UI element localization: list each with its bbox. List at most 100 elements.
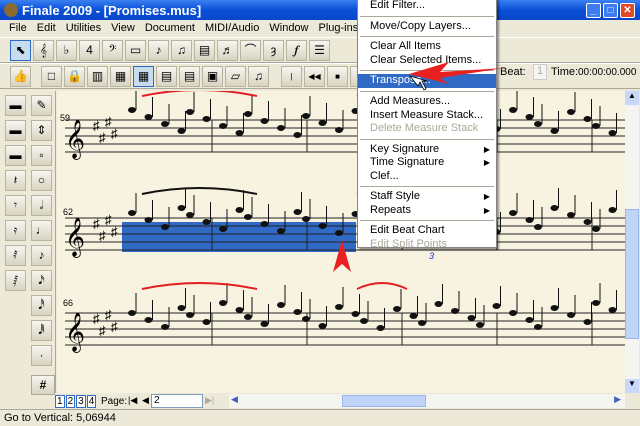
notehead <box>161 224 169 230</box>
menu-item-time-signature[interactable]: Time Signature ▶ <box>358 156 496 170</box>
time-signature-tool-button[interactable]: 4 <box>79 39 100 61</box>
note-duration-tool-10[interactable]: · <box>31 345 52 366</box>
horizontal-scroll-thumb[interactable] <box>342 395 426 407</box>
notehead <box>583 116 592 122</box>
next-page-button[interactable]: ▶| <box>205 395 214 406</box>
first-page-button[interactable]: |◀ <box>128 395 137 406</box>
note-duration-tool-7[interactable]: 𝅘𝅥𝅯 <box>31 270 52 291</box>
horizontal-scrollbar[interactable]: ◀ ▶ <box>229 394 625 408</box>
rest-tool-2[interactable]: ▬ <box>5 145 26 166</box>
layout-button[interactable]: ▥ <box>87 65 108 87</box>
minimize-button[interactable]: _ <box>586 3 601 18</box>
close-button[interactable]: ✕ <box>620 3 635 18</box>
notehead <box>177 305 186 311</box>
vertical-scroll-thumb[interactable] <box>625 209 639 339</box>
layer-4-button[interactable]: 4 <box>86 395 97 408</box>
menu-file[interactable]: File <box>4 20 32 37</box>
clef-tool-button[interactable]: 𝄢 <box>102 39 123 61</box>
scroll-down-button[interactable]: ▼ <box>625 379 639 393</box>
selection-grid-button[interactable]: ▦ <box>133 65 154 87</box>
speedy-entry-tool-button[interactable]: ♫ <box>171 39 192 61</box>
menu-plugins[interactable]: Plug-ins <box>314 20 364 37</box>
scroll-right-button[interactable]: ▶ <box>614 394 621 405</box>
note-duration-tool-2[interactable]: ▫ <box>31 145 52 166</box>
document-button[interactable]: ▣ <box>202 65 223 87</box>
tuplet-tool-button[interactable]: ♬ <box>217 39 238 61</box>
menu-midiaudio[interactable]: MIDI/Audio <box>200 20 264 37</box>
menu-item-key-signature[interactable]: Key Signature ▶ <box>358 143 496 157</box>
rest-tool-6[interactable]: 𝅀 <box>5 245 26 266</box>
rewind-button[interactable]: | <box>281 65 302 87</box>
menu-item-delete-measure-stack[interactable]: Delete Measure Stack <box>358 122 496 136</box>
note-duration-tool-0[interactable]: ✎ <box>31 95 52 116</box>
menu-edit[interactable]: Edit <box>32 20 61 37</box>
note-duration-tool-1[interactable]: ⇕ <box>31 120 52 141</box>
rest-tool-1[interactable]: ▬ <box>5 120 26 141</box>
slur <box>141 187 258 195</box>
scroll-left-button[interactable]: ◀ <box>231 394 238 405</box>
notehead <box>277 302 285 308</box>
menu-view[interactable]: View <box>106 20 140 37</box>
staff-tool-button[interactable]: 𝄞 <box>33 39 54 61</box>
layer-2-button[interactable]: 2 <box>65 395 76 408</box>
smart-shape-tool-button[interactable]: ⌒ <box>240 39 261 61</box>
previous-page-button[interactable]: ◀ <box>142 395 149 406</box>
menu-item-insert-measure-stack[interactable]: Insert Measure Stack... <box>358 109 496 123</box>
maximize-button[interactable]: □ <box>603 3 618 18</box>
vertical-scrollbar[interactable]: ▲ ▼ <box>625 91 639 393</box>
rest-tool-0[interactable]: ▬ <box>5 95 26 116</box>
note-spacing-button[interactable]: ♫ <box>248 65 269 87</box>
simple-entry-tool-button[interactable]: ♪ <box>148 39 169 61</box>
rest-tool-3[interactable]: 𝄽 <box>5 170 26 191</box>
menu-utilities[interactable]: Utilities <box>61 20 106 37</box>
menu-item-move-copy-layers[interactable]: Move/Copy Layers... <box>358 20 496 34</box>
note-duration-tool-3[interactable]: ○ <box>31 170 52 191</box>
rest-tool-5[interactable]: 𝄿 <box>5 220 26 241</box>
articulation-tool-button[interactable]: ȝ <box>263 39 284 61</box>
notehead <box>534 224 542 230</box>
sharp-tool[interactable]: # <box>31 375 55 395</box>
hyperscribe-tool-button[interactable]: ▤ <box>194 39 215 61</box>
menu-document[interactable]: Document <box>140 20 200 37</box>
menu-item-edit-filter[interactable]: Edit Filter... <box>358 0 496 13</box>
menu-item-edit-beat-chart[interactable]: Edit Beat Chart <box>358 224 496 238</box>
key-signature-tool-button[interactable]: ♭ <box>56 39 77 61</box>
measure-number: 66 <box>63 298 74 308</box>
note-duration-tool-4[interactable]: 𝅗𝅥 <box>31 195 52 216</box>
menu-item-clear-all-items[interactable]: Clear All Items <box>358 40 496 54</box>
menu-item-add-measures[interactable]: Add Measures... <box>358 95 496 109</box>
page-number-field[interactable]: 2 <box>151 394 203 408</box>
repeat-tool-button[interactable]: ☰ <box>309 39 330 61</box>
beat-select[interactable]: 1 <box>533 64 547 80</box>
sharp-icon: ♯ <box>111 126 118 141</box>
menu-item-clef[interactable]: Clef... <box>358 170 496 184</box>
page-view-button[interactable]: □ <box>41 65 62 87</box>
grid-button[interactable]: ▦ <box>110 65 131 87</box>
measure-tool-button[interactable]: ▭ <box>125 39 146 61</box>
note-duration-tool-6[interactable]: ♪ <box>31 245 52 266</box>
measure-number: 59 <box>60 113 71 123</box>
rest-tool-7[interactable]: 𝅁 <box>5 270 26 291</box>
lock-button[interactable]: 🔒 <box>64 65 85 87</box>
note-duration-tool-9[interactable]: 𝅘𝅥𝅱 <box>31 320 52 341</box>
layer-3-button[interactable]: 3 <box>76 395 86 408</box>
menu-item-staff-style[interactable]: Staff Style ▶ <box>358 190 496 204</box>
note-duration-tool-5[interactable]: ♩ <box>31 220 52 241</box>
menu-window[interactable]: Window <box>264 20 313 37</box>
rest-tool-4[interactable]: 𝄾 <box>5 195 26 216</box>
thumbs-up-button[interactable]: 👍 <box>10 65 31 87</box>
expression-tool-button[interactable]: 𝆑 <box>286 39 307 61</box>
menu-item-edit-split-points[interactable]: Edit Split Points <box>358 238 496 252</box>
staff-grid-button[interactable]: ▤ <box>156 65 177 87</box>
scroll-up-button[interactable]: ▲ <box>625 91 639 105</box>
back-button[interactable]: ◀◀ <box>304 65 325 87</box>
paper-button[interactable]: ▱ <box>225 65 246 87</box>
stop-button[interactable]: ■ <box>327 65 348 87</box>
note-duration-tool-8[interactable]: 𝅘𝅥𝅰 <box>31 295 52 316</box>
selection-tool-button[interactable]: ⬉ <box>10 39 31 61</box>
notehead <box>277 228 285 234</box>
notehead <box>509 310 517 316</box>
layer-1-button[interactable]: 1 <box>55 395 65 408</box>
menu-item-repeats[interactable]: Repeats ▶ <box>358 204 496 218</box>
red-grid-button[interactable]: ▤ <box>179 65 200 87</box>
